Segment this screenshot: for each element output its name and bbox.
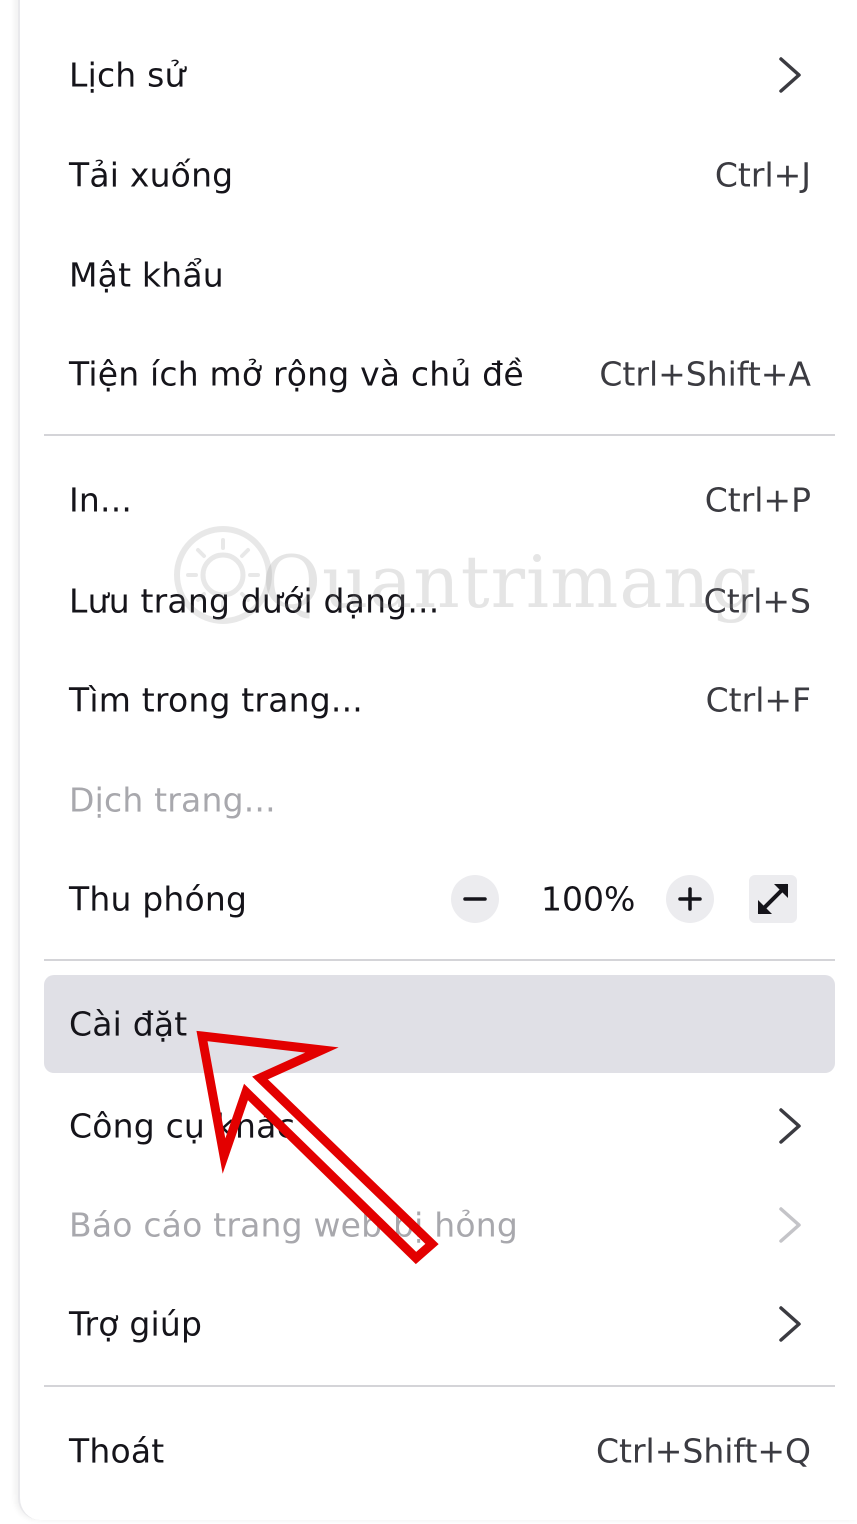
menu-item-translate-page: Dịch trang... xyxy=(44,752,835,848)
chevron-right-icon xyxy=(779,1306,801,1342)
shortcut-label: Ctrl+S xyxy=(703,581,811,621)
fullscreen-button[interactable] xyxy=(749,875,797,923)
menu-item-label: Cài đặt xyxy=(69,1004,188,1044)
zoom-out-button[interactable] xyxy=(451,875,499,923)
shortcut-label: Ctrl+F xyxy=(705,680,811,720)
menu-item-settings[interactable]: Cài đặt xyxy=(44,975,835,1073)
menu-divider xyxy=(44,1385,835,1387)
menu-item-more-tools[interactable]: Công cụ khác xyxy=(44,1078,835,1174)
menu-item-label: Lịch sử xyxy=(69,55,186,95)
screenshot-frame: Lịch sử Tải xuống Ctrl+J Mật khẩu Tiện í… xyxy=(0,0,857,1524)
shortcut-label: Ctrl+P xyxy=(704,480,811,520)
menu-item-downloads[interactable]: Tải xuống Ctrl+J xyxy=(44,127,835,223)
menu-item-print[interactable]: In... Ctrl+P xyxy=(44,452,835,548)
menu-item-label: Tiện ích mở rộng và chủ đề xyxy=(69,354,524,394)
zoom-in-button[interactable] xyxy=(666,875,714,923)
menu-item-addons-themes[interactable]: Tiện ích mở rộng và chủ đề Ctrl+Shift+A xyxy=(44,326,835,422)
menu-item-label: Báo cáo trang web bị hỏng xyxy=(69,1205,518,1245)
shortcut-label: Ctrl+J xyxy=(714,155,811,195)
menu-item-find-in-page[interactable]: Tìm trong trang... Ctrl+F xyxy=(44,652,835,748)
menu-item-report-broken-site: Báo cáo trang web bị hỏng xyxy=(44,1177,835,1273)
menu-item-save-page-as[interactable]: Lưu trang dưới dạng... Ctrl+S xyxy=(44,553,835,649)
shortcut-label: Ctrl+Shift+A xyxy=(599,354,811,394)
menu-item-help[interactable]: Trợ giúp xyxy=(44,1276,835,1372)
menu-item-label: Mật khẩu xyxy=(69,255,224,295)
menu-item-label: Lưu trang dưới dạng... xyxy=(69,581,440,621)
expand-arrows-icon xyxy=(758,884,788,914)
menu-divider xyxy=(44,959,835,961)
menu-item-history[interactable]: Lịch sử xyxy=(44,27,835,123)
plus-icon xyxy=(678,887,702,911)
zoom-level[interactable]: 100% xyxy=(541,880,635,919)
menu-item-label: Tải xuống xyxy=(69,155,234,195)
menu-item-label: Trợ giúp xyxy=(69,1304,203,1344)
chevron-right-icon xyxy=(779,57,801,93)
menu-item-label: Tìm trong trang... xyxy=(69,680,363,720)
menu-item-label: Dịch trang... xyxy=(69,780,276,820)
menu-divider xyxy=(44,434,835,436)
menu-item-zoom: Thu phóng 100% xyxy=(44,851,835,947)
menu-item-exit[interactable]: Thoát Ctrl+Shift+Q xyxy=(44,1403,835,1499)
menu-item-label: In... xyxy=(69,480,133,520)
chevron-right-icon xyxy=(779,1207,801,1243)
minus-icon xyxy=(463,897,487,901)
menu-item-label: Thoát xyxy=(69,1431,165,1471)
menu-item-label: Thu phóng xyxy=(69,879,248,919)
menu-item-passwords[interactable]: Mật khẩu xyxy=(44,227,835,323)
shortcut-label: Ctrl+Shift+Q xyxy=(596,1431,811,1471)
menu-item-label: Công cụ khác xyxy=(69,1106,295,1146)
chevron-right-icon xyxy=(779,1108,801,1144)
